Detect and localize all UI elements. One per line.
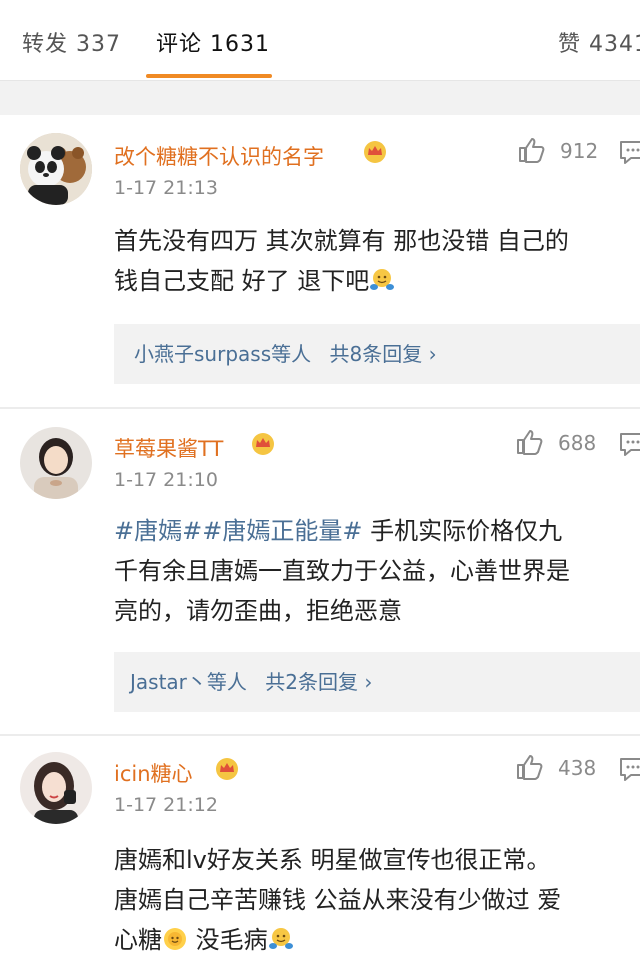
tab-likes[interactable]: 赞 4341 bbox=[558, 26, 640, 58]
reply-bubble-icon[interactable] bbox=[618, 754, 640, 784]
comment-line: 唐嫣和lv好友关系 明星做宣传也很正常。 bbox=[114, 846, 551, 874]
comment-text: 唐嫣和lv好友关系 明星做宣传也很正常。 唐嫣自己辛苦赚钱 公益从来没有少做过 … bbox=[114, 840, 640, 960]
comment-line: 千有余且唐嫣一直致力于公益，心善世界是 bbox=[114, 557, 570, 585]
hug-emoji-icon bbox=[268, 928, 293, 949]
comment-line: #唐嫣##唐嫣正能量# 手机实际价格仅九 bbox=[114, 511, 640, 551]
like-count: 912 bbox=[560, 139, 599, 163]
hashtag-link[interactable]: #唐嫣# bbox=[114, 517, 202, 545]
comment-item: 改个糖糖不认识的名字 1-17 21:13 912 首先没有四万 其次就算有 那… bbox=[0, 115, 640, 407]
username[interactable]: icin糖心 bbox=[114, 758, 193, 788]
username[interactable]: 改个糖糖不认识的名字 bbox=[114, 141, 324, 171]
thumbs-up-icon[interactable] bbox=[514, 752, 544, 782]
vip-crown-icon bbox=[252, 433, 274, 455]
section-divider bbox=[0, 81, 640, 115]
chevron-right-icon: › bbox=[364, 670, 373, 694]
thumbs-up-icon[interactable] bbox=[516, 135, 546, 165]
like-count: 688 bbox=[558, 431, 597, 455]
tab-comments[interactable]: 评论 1631 bbox=[156, 26, 270, 58]
replies-preview[interactable]: 小燕子surpass等人 共8条回复 › bbox=[114, 324, 640, 384]
replies-users: Jastar丶等人 bbox=[130, 670, 247, 694]
comment-tabs-bar: 转发 337 评论 1631 赞 4341 bbox=[0, 0, 640, 81]
active-tab-indicator bbox=[146, 74, 272, 78]
avatar-girl-icon[interactable] bbox=[20, 427, 92, 499]
avatar-panda-icon[interactable] bbox=[20, 133, 92, 205]
like-count: 438 bbox=[558, 756, 597, 780]
avatar-woman-icon[interactable] bbox=[20, 752, 92, 824]
comment-line-text: 没毛病 bbox=[188, 926, 268, 954]
replies-count: 共8条回复 bbox=[329, 342, 423, 366]
comment-item: 草莓果酱TT 1-17 21:10 688 #唐嫣##唐嫣正能量# 手机实际价格… bbox=[0, 409, 640, 734]
comment-text: 首先没有四万 其次就算有 那也没错 自己的 钱自己支配 好了 退下吧 bbox=[114, 221, 640, 301]
comment-line-text: 心糖 bbox=[114, 926, 162, 954]
username[interactable]: 草莓果酱TT bbox=[114, 433, 223, 463]
tab-repost[interactable]: 转发 337 bbox=[22, 26, 121, 58]
comment-line: 唐嫣自己辛苦赚钱 公益从来没有少做过 爱 bbox=[114, 886, 562, 914]
vip-crown-icon bbox=[364, 141, 386, 163]
reply-bubble-icon[interactable] bbox=[618, 137, 640, 167]
chevron-right-icon: › bbox=[428, 342, 437, 366]
comment-text: #唐嫣##唐嫣正能量# 手机实际价格仅九 千有余且唐嫣一直致力于公益，心善世界是… bbox=[114, 511, 640, 631]
comment-line: 钱自己支配 好了 退下吧 bbox=[114, 261, 640, 301]
comment-time: 1-17 21:12 bbox=[114, 794, 218, 816]
comment-line-text: 钱自己支配 好了 退下吧 bbox=[114, 267, 370, 295]
comment-line: 心糖 没毛病 bbox=[114, 920, 640, 960]
comment-time: 1-17 21:10 bbox=[114, 469, 218, 491]
replies-count: 共2条回复 bbox=[265, 670, 358, 694]
vip-crown-icon bbox=[216, 758, 238, 780]
comment-line: 首先没有四万 其次就算有 那也没错 自己的 bbox=[114, 227, 569, 255]
replies-users: 小燕子surpass等人 bbox=[134, 342, 312, 366]
comment-time: 1-17 21:13 bbox=[114, 177, 218, 199]
replies-preview[interactable]: Jastar丶等人 共2条回复 › bbox=[114, 652, 640, 712]
hashtag-link[interactable]: #唐嫣正能量# bbox=[202, 517, 362, 545]
thumbs-up-icon[interactable] bbox=[514, 427, 544, 457]
hug-emoji-icon bbox=[370, 269, 395, 290]
comment-item: icin糖心 1-17 21:12 438 唐嫣和lv好友关系 明星做宣传也很正… bbox=[0, 736, 640, 967]
comment-line-text: 手机实际价格仅九 bbox=[362, 517, 563, 545]
sun-smile-emoji-icon bbox=[164, 928, 186, 950]
comment-line: 亮的，请勿歪曲，拒绝恶意 bbox=[114, 597, 402, 625]
reply-bubble-icon[interactable] bbox=[618, 429, 640, 459]
